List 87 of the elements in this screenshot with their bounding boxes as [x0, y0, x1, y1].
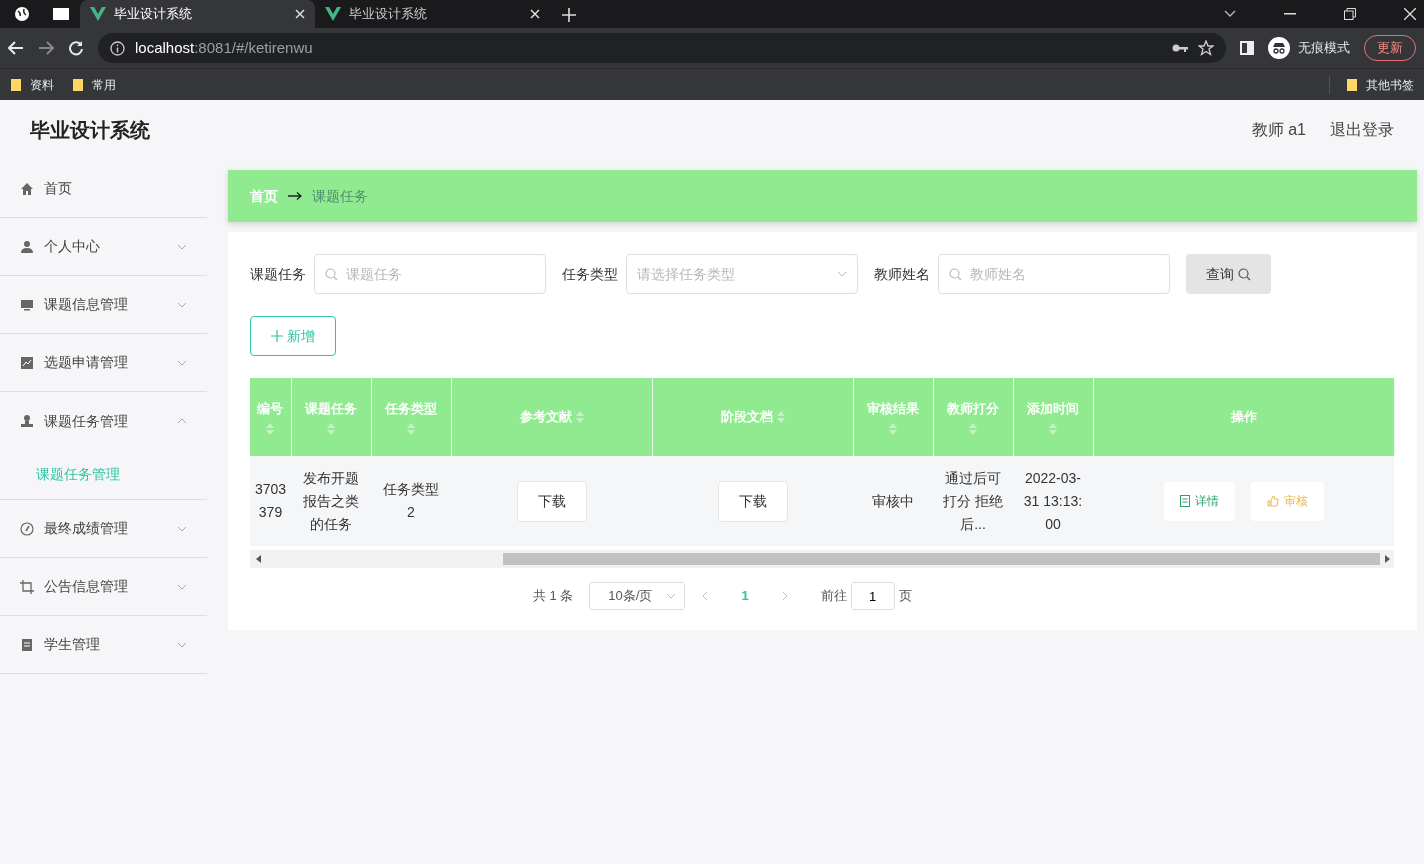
page-input[interactable]: 1: [850, 582, 895, 610]
filter-label: 课题任务: [250, 264, 306, 284]
chevron-down-icon: [177, 583, 187, 590]
download-button[interactable]: 下载: [516, 480, 587, 522]
chart-icon: [20, 355, 34, 370]
chevron-up-icon: [177, 418, 187, 424]
chevron-down-icon: [177, 359, 187, 366]
logout-link[interactable]: 退出登录: [1330, 118, 1394, 142]
chevron-down-icon: [666, 593, 677, 599]
horizontal-scrollbar[interactable]: [250, 550, 1394, 568]
plus-icon[interactable]: [562, 7, 576, 22]
home-icon: [20, 181, 34, 196]
tab-title: 毕业设计系统: [114, 5, 193, 24]
table-cell: 审核中: [872, 492, 914, 509]
forward-arrow-icon[interactable]: [38, 41, 54, 55]
browser-tab[interactable]: 毕业设计系统: [315, 0, 550, 28]
query-button[interactable]: 查询: [1186, 254, 1271, 294]
search-icon: [1238, 267, 1251, 281]
bookmark[interactable]: 资料: [10, 75, 54, 94]
crop-icon: [20, 579, 34, 594]
tab-title: 毕业设计系统: [349, 5, 428, 24]
info-icon[interactable]: [110, 40, 125, 56]
chevron-down-icon: [837, 271, 847, 277]
app-title: 毕业设计系统: [30, 118, 150, 143]
folder-icon: [10, 77, 22, 92]
chevron-down-icon[interactable]: [1224, 10, 1236, 18]
bookmark[interactable]: 其他书签: [1329, 75, 1414, 94]
filter-label: 教师姓名: [874, 264, 930, 284]
v-logo-icon: [90, 7, 106, 21]
side-panel-icon[interactable]: [1240, 41, 1254, 55]
restore-icon[interactable]: [1344, 8, 1356, 20]
address-bar[interactable]: localhost:8081/#/ketirenwu: [98, 33, 1226, 63]
chevron-down-icon: [177, 525, 187, 532]
page-unit: 页: [898, 587, 912, 606]
thumb-up-icon: [1266, 495, 1279, 507]
incognito-icon: [1268, 37, 1290, 59]
search-icon: [949, 267, 962, 281]
globe-icon[interactable]: [14, 6, 30, 22]
reload-icon[interactable]: [68, 40, 84, 56]
sidebar-item[interactable]: 选题申请管理: [0, 334, 207, 392]
folder-icon: [72, 77, 84, 92]
star-icon[interactable]: [1198, 40, 1214, 56]
gauge-icon: [20, 521, 34, 536]
page-size-select[interactable]: 10条/页: [589, 582, 686, 610]
close-icon[interactable]: [1404, 8, 1416, 20]
scroll-right-icon[interactable]: [1384, 555, 1390, 563]
sidebar-item[interactable]: 课题信息管理: [0, 276, 207, 334]
table-cell: 通过后可打分 拒绝后...: [943, 469, 1003, 532]
table-cell: 发布开题报告之类的任务: [303, 469, 359, 532]
key-icon[interactable]: [1172, 43, 1188, 53]
scroll-left-icon[interactable]: [256, 555, 262, 563]
close-icon[interactable]: [530, 9, 540, 19]
table-cell: 3703379: [254, 481, 287, 520]
url-text: localhost:8081/#/ketirenwu: [135, 37, 314, 58]
window-icon[interactable]: [52, 7, 70, 21]
chevron-down-icon: [177, 243, 187, 250]
document-icon: [1179, 495, 1190, 507]
total-count: 共 1 条: [532, 587, 574, 606]
chevron-down-icon: [177, 641, 187, 648]
incognito-profile[interactable]: 无痕模式: [1268, 37, 1350, 59]
goto-label: 前往: [820, 587, 847, 606]
sidebar-item[interactable]: 最终成绩管理: [0, 500, 207, 558]
user-name: 教师 a1: [1251, 120, 1306, 140]
folder-icon: [1346, 77, 1358, 92]
monitor-icon: [20, 297, 34, 312]
table-cell: 任务类型2: [383, 481, 439, 520]
browser-tab[interactable]: 毕业设计系统: [80, 0, 315, 28]
sidebar-item[interactable]: 学生管理: [0, 616, 207, 674]
chevron-down-icon: [177, 301, 187, 308]
search-icon: [325, 267, 338, 281]
sidebar-item[interactable]: 公告信息管理: [0, 558, 207, 616]
filter-label: 任务类型: [562, 264, 618, 284]
plus-icon: [271, 330, 283, 342]
download-button[interactable]: 下载: [717, 480, 788, 522]
person-icon: [20, 414, 34, 428]
back-arrow-icon[interactable]: [8, 41, 24, 55]
table-cell: 2022-03-31 13:13:00: [1023, 469, 1083, 532]
sidebar-item[interactable]: 个人中心: [0, 218, 207, 276]
bookmark[interactable]: 常用: [72, 75, 116, 94]
minimize-icon[interactable]: [1284, 13, 1296, 15]
right-arrow-icon: [288, 192, 302, 200]
v-logo-icon: [325, 7, 341, 21]
clipboard-icon: [20, 637, 34, 652]
close-icon[interactable]: [295, 9, 305, 19]
sidebar-item[interactable]: 首页: [0, 160, 207, 218]
sidebar-item[interactable]: 课题任务管理: [0, 392, 207, 450]
person-icon: [20, 239, 34, 254]
